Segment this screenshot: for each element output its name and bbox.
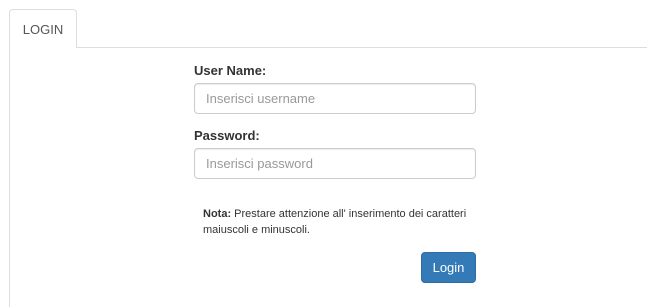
login-panel (9, 47, 647, 307)
tab-login-label: LOGIN (22, 22, 64, 37)
tab-login[interactable]: LOGIN (9, 9, 77, 48)
